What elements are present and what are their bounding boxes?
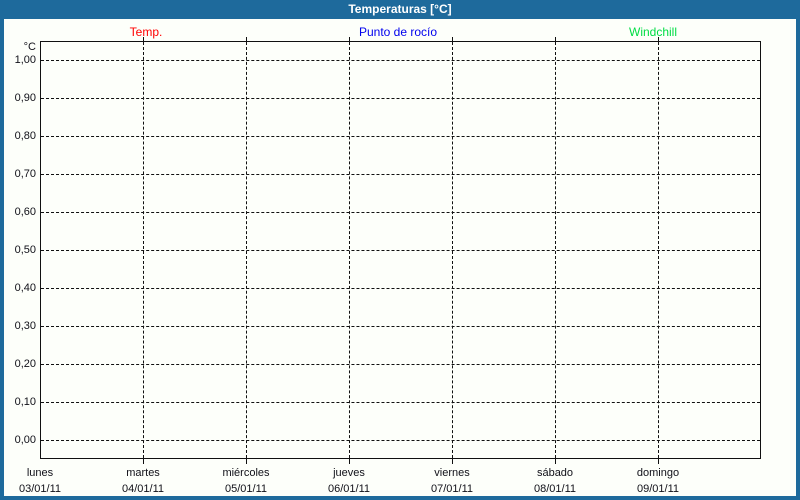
x-gridline: [658, 42, 659, 458]
y-axis-unit-label: °C: [0, 40, 36, 54]
x-axis-date-label: 04/01/11: [92, 483, 194, 495]
x-axis-day-label: jueves: [298, 467, 400, 479]
y-axis-label: 0,20: [0, 357, 36, 371]
frame-border-right: [796, 19, 800, 500]
y-axis-label: 0,80: [0, 129, 36, 143]
y-axis-label: 0,40: [0, 281, 36, 295]
x-tick-bottom: [143, 459, 144, 464]
y-gridline: [41, 364, 760, 365]
y-axis-label: 0,70: [0, 167, 36, 181]
frame-border-bottom: [0, 496, 800, 500]
x-axis-day-label: miércoles: [195, 467, 297, 479]
y-gridline: [41, 250, 760, 251]
y-gridline: [41, 402, 760, 403]
temperature-chart-window: Temperaturas [°C] Temp. Punto de rocío W…: [0, 0, 800, 500]
y-axis-label: 0,50: [0, 243, 36, 257]
legend-item-windchill: Windchill: [629, 25, 677, 39]
y-axis-label: 0,10: [0, 395, 36, 409]
y-gridline: [41, 288, 760, 289]
y-gridline: [41, 98, 760, 99]
chart-title-bar: Temperaturas [°C]: [0, 0, 800, 19]
y-gridline: [41, 60, 760, 61]
x-axis-day-label: martes: [92, 467, 194, 479]
x-tick-top: [246, 37, 247, 41]
x-gridline: [143, 42, 144, 458]
legend-item-dew-point: Punto de rocío: [359, 25, 437, 39]
plot-area: [40, 41, 761, 459]
y-gridline: [41, 440, 760, 441]
x-axis-day-label: viernes: [401, 467, 503, 479]
y-axis-label: 0,60: [0, 205, 36, 219]
y-axis-label: 0,00: [0, 433, 36, 447]
x-gridline: [246, 42, 247, 458]
x-tick-top: [143, 37, 144, 41]
x-gridline: [452, 42, 453, 458]
x-tick-top: [555, 37, 556, 41]
x-tick-bottom: [452, 459, 453, 464]
x-axis-date-label: 08/01/11: [504, 483, 606, 495]
x-axis-day-label: domingo: [607, 467, 709, 479]
x-tick-top: [452, 37, 453, 41]
x-gridline: [555, 42, 556, 458]
x-axis-day-label: sábado: [504, 467, 606, 479]
legend-item-temp: Temp.: [130, 25, 163, 39]
y-axis-label: 1,00: [0, 53, 36, 67]
x-axis-date-label: 06/01/11: [298, 483, 400, 495]
x-tick-bottom: [555, 459, 556, 464]
y-gridline: [41, 212, 760, 213]
x-tick-top: [658, 37, 659, 41]
x-axis-day-label: lunes: [0, 467, 91, 479]
x-axis-date-label: 03/01/11: [0, 483, 91, 495]
y-gridline: [41, 174, 760, 175]
y-axis-label: 0,90: [0, 91, 36, 105]
x-tick-bottom: [246, 459, 247, 464]
x-gridline: [349, 42, 350, 458]
x-axis-date-label: 07/01/11: [401, 483, 503, 495]
x-axis-date-label: 05/01/11: [195, 483, 297, 495]
x-tick-bottom: [349, 459, 350, 464]
y-gridline: [41, 326, 760, 327]
x-tick-top: [349, 37, 350, 41]
x-axis-date-label: 09/01/11: [607, 483, 709, 495]
y-gridline: [41, 136, 760, 137]
chart-title: Temperaturas [°C]: [348, 2, 451, 16]
y-axis-label: 0,30: [0, 319, 36, 333]
x-tick-bottom: [658, 459, 659, 464]
